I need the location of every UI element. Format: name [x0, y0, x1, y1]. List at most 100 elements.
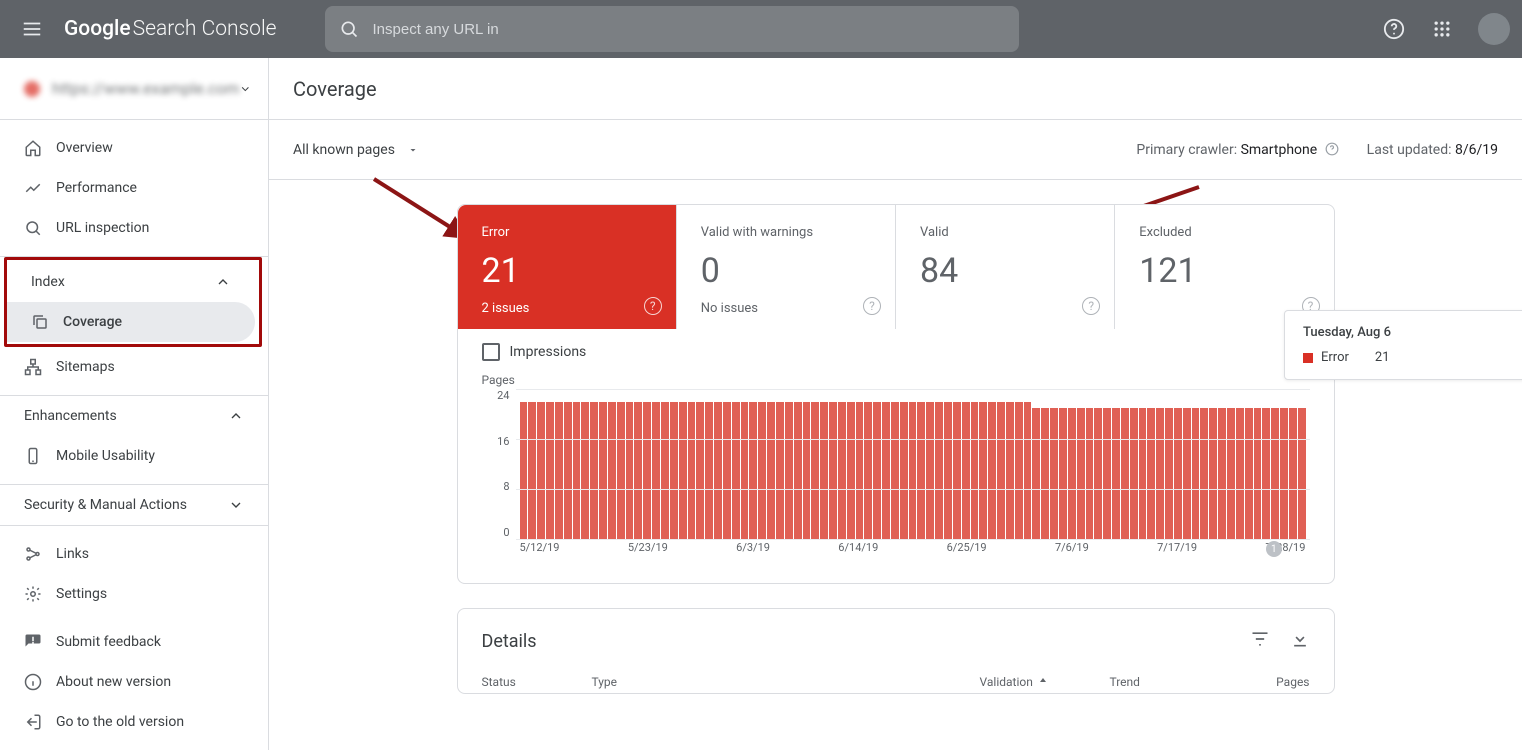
chart-bar[interactable]: [1245, 408, 1253, 539]
chart-bar[interactable]: [971, 402, 979, 540]
chart-bar[interactable]: [811, 402, 819, 540]
chart-bar[interactable]: [900, 402, 908, 540]
chart-bar[interactable]: [1139, 408, 1147, 539]
chart-bar[interactable]: [688, 402, 696, 540]
apps-icon[interactable]: [1422, 9, 1462, 49]
nav-section-enhancements[interactable]: Enhancements: [0, 396, 268, 436]
chart-bar[interactable]: [1041, 408, 1049, 539]
chart-bar[interactable]: [732, 402, 740, 540]
impressions-toggle[interactable]: Impressions: [458, 329, 1334, 367]
chart-bar[interactable]: [1254, 408, 1262, 539]
chart-bar[interactable]: [847, 402, 855, 540]
chart-bar[interactable]: [1015, 402, 1023, 540]
chart-bar[interactable]: [705, 402, 713, 540]
menu-icon[interactable]: [12, 9, 52, 49]
chart-bar[interactable]: [1174, 408, 1182, 539]
help-icon[interactable]: [1374, 9, 1414, 49]
chart-bar[interactable]: [944, 402, 952, 540]
chart-bar[interactable]: [794, 402, 802, 540]
nav-mobile-usability[interactable]: Mobile Usability: [0, 436, 256, 476]
chart-bar[interactable]: [590, 402, 598, 540]
chart-bar[interactable]: [626, 402, 634, 540]
chart-bar[interactable]: [997, 402, 1005, 540]
property-selector[interactable]: https://www.example.com: [0, 58, 268, 120]
nav-url-inspection[interactable]: URL inspection: [0, 208, 256, 248]
chart-bar[interactable]: [546, 402, 554, 540]
chart-bar[interactable]: [599, 402, 607, 540]
chart-bar[interactable]: [1121, 408, 1129, 539]
chart-bar[interactable]: [520, 402, 528, 540]
chart-bar[interactable]: [1271, 408, 1279, 539]
chart-bar[interactable]: [953, 402, 961, 540]
chart-bar[interactable]: [803, 402, 811, 540]
col-pages[interactable]: Pages: [1230, 675, 1310, 689]
url-inspect-search[interactable]: [325, 6, 1019, 52]
chart-bar[interactable]: [988, 402, 996, 540]
help-icon[interactable]: ?: [863, 297, 881, 315]
col-type[interactable]: Type: [592, 675, 980, 689]
col-validation[interactable]: Validation: [980, 675, 1110, 689]
chart-bar[interactable]: [581, 402, 589, 540]
tab-valid-with-warnings[interactable]: Valid with warnings 0 No issues ?: [677, 205, 896, 329]
chart-bar[interactable]: [785, 402, 793, 540]
chart-bar[interactable]: [776, 402, 784, 540]
chart-bar[interactable]: [1094, 408, 1102, 539]
chart-bar[interactable]: [1156, 408, 1164, 539]
chart-bar[interactable]: [1112, 408, 1120, 539]
help-small-icon[interactable]: [1325, 142, 1339, 156]
nav-section-index[interactable]: Index: [7, 262, 255, 302]
chart-bar[interactable]: [1236, 408, 1244, 539]
chart-bar[interactable]: [670, 402, 678, 540]
chart-bar[interactable]: [909, 402, 917, 540]
chart-bar[interactable]: [962, 402, 970, 540]
chart-bar[interactable]: [573, 402, 581, 540]
checkbox-icon[interactable]: [482, 343, 500, 361]
chart-bar[interactable]: [1289, 408, 1297, 539]
tab-error[interactable]: Error 21 2 issues ?: [458, 205, 677, 329]
chart-bar[interactable]: [1227, 408, 1235, 539]
col-trend[interactable]: Trend: [1110, 675, 1230, 689]
nav-go-old[interactable]: Go to the old version: [0, 702, 256, 742]
chart-bar[interactable]: [873, 402, 881, 540]
chart-bar[interactable]: [714, 402, 722, 540]
chart-bar[interactable]: [864, 402, 872, 540]
chart-bar[interactable]: [820, 402, 828, 540]
logo[interactable]: Google Search Console: [64, 17, 277, 41]
chart-bar[interactable]: [1200, 408, 1208, 539]
chart-bar[interactable]: [1183, 408, 1191, 539]
nav-overview[interactable]: Overview: [0, 128, 256, 168]
chart-bar[interactable]: [1103, 408, 1111, 539]
chart-bar[interactable]: [1298, 408, 1306, 539]
chart-bar[interactable]: [741, 402, 749, 540]
chart-bar[interactable]: [1059, 408, 1067, 539]
chart-bar[interactable]: [1024, 402, 1032, 540]
chart-bar[interactable]: [749, 402, 757, 540]
chart-bar[interactable]: [1006, 402, 1014, 540]
nav-section-security[interactable]: Security & Manual Actions: [0, 485, 268, 525]
chart-bar[interactable]: [564, 402, 572, 540]
tab-valid[interactable]: Valid 84 ?: [896, 205, 1115, 329]
download-icon[interactable]: [1290, 629, 1310, 653]
pages-filter-dropdown[interactable]: All known pages: [293, 142, 419, 158]
chart-bar[interactable]: [1130, 408, 1138, 539]
chart-bar[interactable]: [528, 402, 536, 540]
chart-bar[interactable]: [1050, 408, 1058, 539]
chart-bar[interactable]: [1209, 408, 1217, 539]
chart-bar[interactable]: [1218, 408, 1226, 539]
chart-bar[interactable]: [1280, 408, 1288, 539]
help-icon[interactable]: ?: [1082, 297, 1100, 315]
chart-bar[interactable]: [1032, 408, 1040, 539]
chart-bar[interactable]: [856, 402, 864, 540]
chart-bar[interactable]: [917, 402, 925, 540]
chart-bar[interactable]: [935, 402, 943, 540]
chart-bar[interactable]: [1077, 408, 1085, 539]
chart-bar[interactable]: [617, 402, 625, 540]
chart-bar[interactable]: [882, 402, 890, 540]
chart-bar[interactable]: [643, 402, 651, 540]
chart-bar[interactable]: [661, 402, 669, 540]
chart-bar[interactable]: [767, 402, 775, 540]
nav-performance[interactable]: Performance: [0, 168, 256, 208]
chart-event-marker[interactable]: 1: [1266, 541, 1282, 557]
chart-bar[interactable]: [829, 402, 837, 540]
chart-bar[interactable]: [723, 402, 731, 540]
